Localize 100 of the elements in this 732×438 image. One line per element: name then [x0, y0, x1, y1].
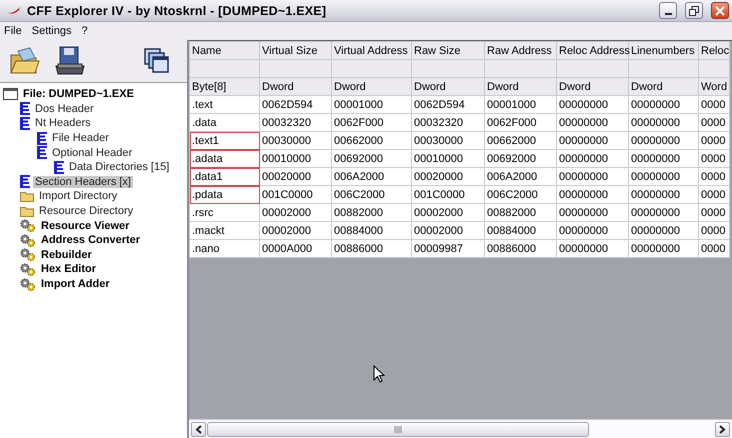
table-cell: 00000000: [628, 150, 698, 168]
close-icon: [715, 6, 725, 16]
structure-icon: [54, 160, 64, 174]
minimize-icon: [664, 13, 672, 15]
table-cell: .data: [190, 114, 260, 132]
structure-icon: [37, 132, 47, 145]
table-cell: 00000000: [628, 114, 698, 132]
close-button[interactable]: [711, 2, 729, 19]
minimize-button[interactable]: [659, 2, 677, 19]
tree-item[interactable]: Resource Viewer: [39, 220, 132, 232]
menu-item[interactable]: File: [0, 25, 28, 37]
restore-button[interactable]: [685, 2, 703, 19]
table-cell: 001C0000: [412, 186, 484, 204]
table-cell: .nano: [190, 240, 260, 258]
column-header[interactable]: Virtual Address: [332, 42, 412, 60]
tree-item[interactable]: Rebuilder: [39, 248, 94, 261]
structure-icon: [37, 146, 47, 160]
chevron-right-icon: [719, 424, 726, 434]
windows-icon[interactable]: [144, 48, 170, 74]
tree-item[interactable]: Import Adder: [39, 278, 112, 290]
table-cell: 00886000: [332, 240, 412, 258]
gears-icon: [20, 248, 36, 262]
gears-icon: [20, 219, 36, 232]
menu-item[interactable]: Settings: [28, 25, 78, 37]
table-cell: 00692000: [332, 150, 412, 168]
table-cell: 00009987: [412, 240, 484, 258]
tree-item[interactable]: Nt Headers: [33, 117, 93, 130]
table-cell: 0000: [698, 96, 730, 114]
table-cell: 00002000: [260, 222, 332, 240]
mouse-pointer-icon: [373, 365, 385, 383]
scroll-left-button[interactable]: [191, 422, 206, 436]
table-cell: 00020000: [260, 168, 332, 186]
tree-item[interactable]: Resource Directory: [37, 205, 136, 218]
table-cell: 0000A000: [260, 240, 332, 258]
column-header[interactable]: Raw Address: [484, 42, 556, 60]
table-cell: 0000: [698, 132, 730, 150]
column-header[interactable]: Virtual Size: [260, 42, 332, 60]
tree-item[interactable]: File: DUMPED~1.EXE: [21, 88, 136, 100]
table-cell: 00020000: [412, 168, 484, 186]
table-cell: 00000000: [556, 186, 628, 204]
table-cell: .mackt: [190, 222, 260, 240]
table-cell: 00010000: [412, 150, 484, 168]
table-cell: 006A2000: [332, 168, 412, 186]
table-cell: 006C2000: [484, 186, 556, 204]
column-header[interactable]: Reloc Address: [556, 42, 628, 60]
structure-icon: [20, 175, 30, 188]
grip-icon: [394, 426, 402, 432]
table-cell: .data1: [190, 168, 260, 186]
table-cell: 00000000: [556, 240, 628, 258]
table-cell: 00000000: [556, 222, 628, 240]
tree-item[interactable]: Optional Header: [50, 146, 134, 159]
tree-item[interactable]: Dos Header: [33, 102, 96, 115]
table-cell: 006A2000: [484, 168, 556, 186]
column-header[interactable]: Linenumbers: [628, 42, 698, 60]
table-cell: 00002000: [412, 204, 484, 222]
table-cell: 00000000: [556, 204, 628, 222]
tree-item[interactable]: File Header: [50, 132, 111, 144]
tree-item[interactable]: Address Converter: [39, 234, 142, 246]
scrollbar-thumb[interactable]: [207, 422, 589, 436]
type-cell: Dword: [260, 78, 332, 96]
table-cell: 00000000: [556, 150, 628, 168]
column-header[interactable]: Raw Size: [412, 42, 484, 60]
menu-item[interactable]: ?: [77, 25, 94, 37]
folder-icon: [20, 190, 34, 202]
gears-icon: [20, 278, 36, 291]
tree-item[interactable]: Section Headers [x]: [33, 176, 133, 188]
table-cell: .text: [190, 96, 260, 114]
table-cell: 0062F000: [484, 114, 556, 132]
tree-item[interactable]: Hex Editor: [39, 263, 98, 276]
window-icon: [3, 88, 18, 100]
table-cell: 00000000: [556, 168, 628, 186]
table-cell: 00000000: [628, 168, 698, 186]
table-cell: 00000000: [628, 132, 698, 150]
type-cell: Dword: [412, 78, 484, 96]
table-cell: 00002000: [412, 222, 484, 240]
table-cell: 00000000: [628, 186, 698, 204]
table-cell: 006C2000: [332, 186, 412, 204]
scroll-right-button[interactable]: [715, 422, 730, 436]
type-cell: Dword: [556, 78, 628, 96]
column-header[interactable]: Reloc: [698, 42, 730, 60]
table-cell: 00030000: [260, 132, 332, 150]
column-header[interactable]: Name: [190, 42, 260, 60]
table-cell: 00000000: [556, 114, 628, 132]
table-cell: 00662000: [484, 132, 556, 150]
tree-item[interactable]: Import Directory: [37, 190, 120, 202]
open-folder-icon[interactable]: [10, 47, 40, 75]
table-cell: 00032320: [260, 114, 332, 132]
folder-icon: [20, 206, 34, 217]
table-cell: 00000000: [628, 204, 698, 222]
table-cell: 0062D594: [260, 96, 332, 114]
table-cell: .pdata: [190, 186, 260, 204]
table-cell: .text1: [190, 132, 260, 150]
table-cell: 0000: [698, 168, 730, 186]
type-cell: Dword: [332, 78, 412, 96]
chevron-left-icon: [195, 424, 202, 434]
table-cell: 00002000: [260, 204, 332, 222]
table-cell: 00884000: [484, 222, 556, 240]
tree-item[interactable]: Data Directories [15]: [67, 161, 172, 174]
gears-icon: [20, 262, 36, 276]
table-cell: 00001000: [332, 96, 412, 114]
